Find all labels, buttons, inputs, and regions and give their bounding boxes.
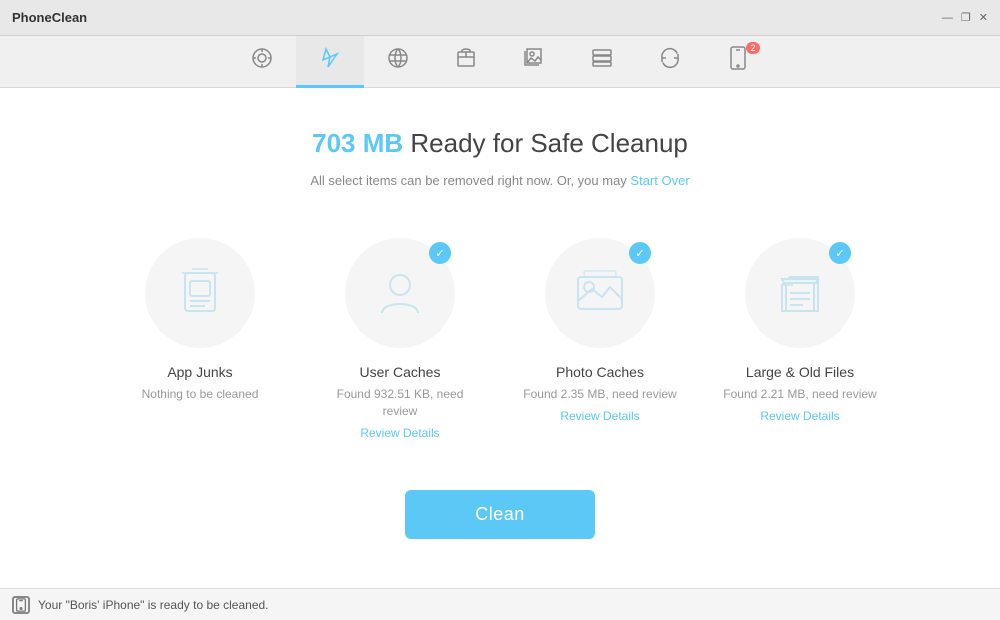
status-text: Your "Boris' iPhone" is ready to be clea… bbox=[38, 598, 269, 612]
large-old-files-check: ✓ bbox=[829, 242, 851, 264]
toolbar-toolkit[interactable] bbox=[432, 36, 500, 88]
large-old-files-title: Large & Old Files bbox=[746, 364, 854, 380]
photo-caches-review-link[interactable]: Review Details bbox=[560, 409, 639, 423]
headline: 703 MB Ready for Safe Cleanup bbox=[312, 128, 688, 159]
app-title: PhoneClean bbox=[12, 10, 87, 25]
photo-caches-icon-wrap: ✓ bbox=[545, 238, 655, 348]
large-old-files-icon-wrap: ✓ bbox=[745, 238, 855, 348]
close-button[interactable]: ✕ bbox=[979, 11, 988, 24]
large-old-files-svg bbox=[770, 263, 830, 323]
photos-icon bbox=[522, 46, 546, 74]
cleanup-size: 703 MB bbox=[312, 128, 403, 158]
toolbar-photos[interactable] bbox=[500, 36, 568, 88]
app-junks-title: App Junks bbox=[167, 364, 232, 380]
large-old-files-review-link[interactable]: Review Details bbox=[760, 409, 839, 423]
status-bar: Your "Boris' iPhone" is ready to be clea… bbox=[0, 588, 1000, 620]
photo-caches-title: Photo Caches bbox=[556, 364, 644, 380]
user-caches-check: ✓ bbox=[429, 242, 451, 264]
toolbar-internet-privacy[interactable] bbox=[364, 36, 432, 88]
maximize-button[interactable]: ❐ bbox=[961, 11, 971, 24]
toolbar-phone[interactable]: 2 bbox=[704, 36, 772, 88]
card-photo-caches: ✓ Photo Caches Found 2.35 MB, need revie… bbox=[520, 238, 680, 440]
app-junks-desc: Nothing to be cleaned bbox=[142, 386, 259, 403]
user-caches-title: User Caches bbox=[360, 364, 441, 380]
internet-privacy-icon bbox=[386, 46, 410, 74]
toolbar-smart-clean[interactable] bbox=[228, 36, 296, 88]
toolbar-sync[interactable] bbox=[636, 36, 704, 88]
title-bar: PhoneClean — ❐ ✕ bbox=[0, 0, 1000, 36]
card-user-caches: ✓ User Caches Found 932.51 KB, need revi… bbox=[320, 238, 480, 440]
more-icon bbox=[590, 46, 614, 74]
toolkit-icon bbox=[454, 46, 478, 74]
window-controls: — ❐ ✕ bbox=[942, 11, 988, 24]
sync-icon bbox=[658, 46, 682, 74]
subtitle-pre: All select items can be removed right no… bbox=[310, 173, 630, 188]
user-caches-svg bbox=[370, 263, 430, 323]
toolbar-quick-clean[interactable] bbox=[296, 36, 364, 88]
quick-clean-icon bbox=[318, 46, 342, 74]
card-large-old-files: ✓ Large & Old Files Found 2.21 MB, need … bbox=[720, 238, 880, 440]
app-junks-svg bbox=[170, 263, 230, 323]
minimize-button[interactable]: — bbox=[942, 12, 953, 24]
clean-button[interactable]: Clean bbox=[405, 490, 595, 539]
large-old-files-desc: Found 2.21 MB, need review bbox=[723, 386, 876, 403]
user-caches-review-link[interactable]: Review Details bbox=[360, 426, 439, 440]
photo-caches-svg bbox=[570, 263, 630, 323]
user-caches-icon-wrap: ✓ bbox=[345, 238, 455, 348]
photo-caches-check: ✓ bbox=[629, 242, 651, 264]
toolbar-more[interactable] bbox=[568, 36, 636, 88]
cards-row: App Junks Nothing to be cleaned ✓ User C… bbox=[120, 238, 880, 440]
subtitle: All select items can be removed right no… bbox=[310, 173, 689, 188]
user-caches-desc: Found 932.51 KB, need review bbox=[320, 386, 480, 420]
card-app-junks: App Junks Nothing to be cleaned bbox=[120, 238, 280, 440]
main-content: 703 MB Ready for Safe Cleanup All select… bbox=[0, 88, 1000, 588]
photo-caches-desc: Found 2.35 MB, need review bbox=[523, 386, 676, 403]
status-phone-icon bbox=[12, 596, 30, 614]
headline-text: Ready for Safe Cleanup bbox=[403, 128, 688, 158]
start-over-link[interactable]: Start Over bbox=[630, 173, 689, 188]
phone-badge: 2 bbox=[746, 42, 760, 54]
app-junks-icon-wrap bbox=[145, 238, 255, 348]
toolbar: 2 bbox=[0, 36, 1000, 88]
smart-clean-icon bbox=[250, 46, 274, 74]
